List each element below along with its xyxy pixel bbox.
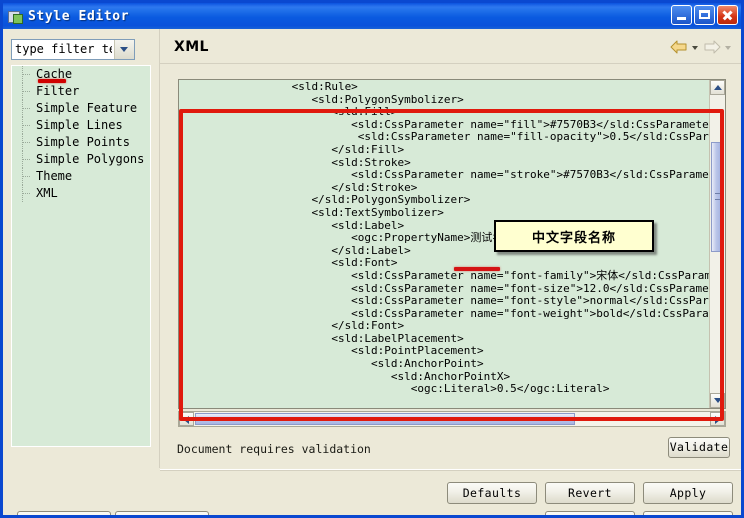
minimize-button[interactable] — [671, 5, 692, 25]
tree-item-label: Simple Lines — [36, 118, 123, 132]
scroll-up-icon[interactable] — [710, 80, 725, 95]
horizontal-scroll-thumb[interactable] — [195, 413, 575, 425]
tooltip-text: 中文字段名称 — [531, 230, 616, 246]
validation-status-text: Document requires validation — [177, 442, 371, 456]
export-button[interactable]: Export — [115, 511, 209, 515]
maximize-button[interactable] — [694, 5, 715, 25]
back-dropdown-icon[interactable] — [691, 40, 700, 54]
window-content: Cache Filter Simple Feature Simple Lines… — [3, 29, 741, 515]
header-divider — [160, 63, 741, 64]
vertical-scroll-thumb[interactable] — [711, 142, 724, 252]
tree-item-simple-points[interactable]: Simple Points — [12, 134, 150, 151]
filter-combo[interactable] — [11, 39, 135, 60]
title-bar: Style Editor — [3, 3, 741, 29]
tree-item-label: Filter — [36, 84, 80, 98]
close-button[interactable] — [717, 5, 738, 25]
tree-item-simple-feature[interactable]: Simple Feature — [12, 100, 150, 117]
tree-item-label: Simple Points — [36, 135, 130, 149]
xml-item-annotation-underline — [38, 79, 66, 83]
validate-button[interactable]: Validate — [668, 436, 730, 458]
footer-buttons: Defaults Revert Apply Cancel OK Import E… — [3, 470, 741, 515]
style-tree[interactable]: Cache Filter Simple Feature Simple Lines… — [11, 65, 151, 447]
tree-item-xml[interactable]: XML — [12, 185, 150, 202]
forward-dropdown-icon — [724, 40, 733, 54]
window-controls — [671, 5, 738, 25]
scroll-right-icon[interactable] — [710, 412, 725, 426]
field-name-tooltip: 中文字段名称 — [494, 220, 654, 252]
defaults-button[interactable]: Defaults — [447, 482, 537, 504]
scroll-down-icon[interactable] — [710, 393, 725, 408]
cancel-button[interactable]: Cancel — [545, 511, 635, 515]
scroll-left-icon[interactable] — [179, 412, 194, 426]
tree-item-label: Simple Polygons — [36, 152, 145, 166]
page-title: XML — [174, 39, 209, 55]
status-row: Document requires validation Validate — [160, 433, 741, 467]
forward-arrow-icon — [702, 39, 722, 55]
validate-button-wrap: Validate — [668, 436, 730, 458]
back-arrow-icon[interactable] — [669, 39, 689, 55]
filter-input[interactable] — [12, 41, 114, 58]
tree-item-label: XML — [36, 186, 58, 200]
apply-button[interactable]: Apply — [643, 482, 733, 504]
revert-button[interactable]: Revert — [545, 482, 635, 504]
property-name-annotation-underline — [454, 267, 500, 271]
ok-button[interactable]: OK — [643, 511, 733, 515]
editor-vertical-scrollbar[interactable] — [709, 80, 725, 408]
tree-item-filter[interactable]: Filter — [12, 83, 150, 100]
tree-item-simple-lines[interactable]: Simple Lines — [12, 117, 150, 134]
tree-item-label: Theme — [36, 169, 73, 183]
style-editor-icon — [7, 8, 23, 24]
tree-item-simple-polygons[interactable]: Simple Polygons — [12, 151, 150, 168]
tree-item-label: Simple Feature — [36, 101, 138, 115]
tree-item-theme[interactable]: Theme — [12, 168, 150, 185]
window-title: Style Editor — [28, 8, 130, 24]
import-button[interactable]: Import — [17, 511, 111, 515]
tree-item-cache[interactable]: Cache — [12, 66, 150, 83]
style-editor-window: Style Editor Cache Filter Simple Feature… — [0, 0, 744, 518]
nav-buttons — [669, 39, 733, 55]
sidebar-panel: Cache Filter Simple Feature Simple Lines… — [5, 31, 157, 468]
editor-horizontal-scrollbar[interactable] — [178, 411, 726, 427]
chevron-down-icon[interactable] — [114, 40, 134, 59]
